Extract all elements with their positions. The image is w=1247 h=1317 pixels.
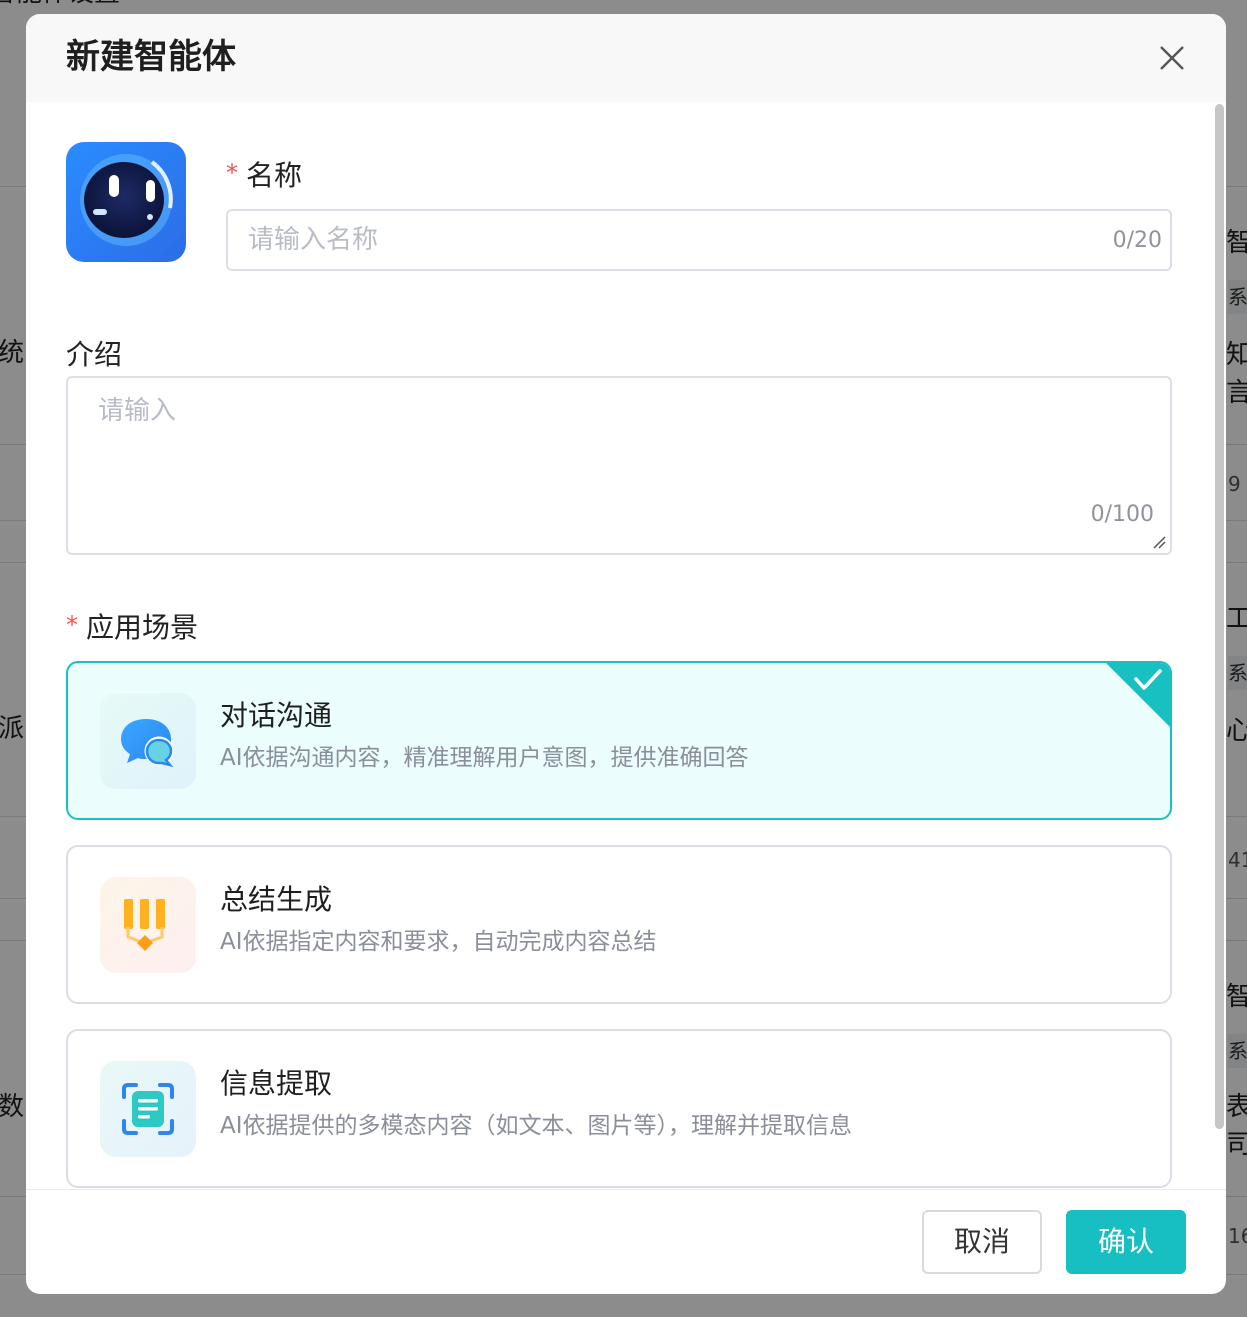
- scrollbar-thumb[interactable]: [1215, 104, 1224, 1129]
- footer-divider: [26, 1189, 1226, 1190]
- scenario-card-extract[interactable]: 信息提取 AI依据提供的多模态内容（如文本、图片等），理解并提取信息: [66, 1029, 1172, 1188]
- confirm-button[interactable]: 确认: [1066, 1210, 1186, 1274]
- card-title: 总结生成: [220, 883, 333, 916]
- robot-avatar-icon: [66, 142, 186, 262]
- intro-textarea[interactable]: [98, 390, 1138, 490]
- name-char-counter: 0/20: [1112, 228, 1162, 253]
- scenario-label: * 应用场景: [66, 608, 198, 645]
- card-title: 对话沟通: [220, 699, 333, 732]
- card-icon-box: [100, 1061, 196, 1157]
- close-icon: [1160, 46, 1184, 70]
- scenario-label-text: 应用场景: [86, 611, 199, 644]
- agent-avatar[interactable]: [66, 142, 186, 262]
- summary-columns-icon: [124, 899, 165, 951]
- check-icon: [1106, 663, 1170, 727]
- modal-title: 新建智能体: [66, 37, 236, 77]
- card-description: AI依据沟通内容，精准理解用户意图，提供准确回答: [220, 745, 749, 771]
- name-label-text: 名称: [246, 159, 303, 192]
- card-title: 信息提取: [220, 1067, 333, 1100]
- card-description: AI依据指定内容和要求，自动完成内容总结: [220, 929, 657, 955]
- modal-body: * 名称 0/20 介绍 0/100 * 应用场景: [26, 102, 1226, 1189]
- intro-char-counter: 0/100: [1090, 502, 1154, 527]
- modal-header: 新建智能体: [26, 14, 1226, 102]
- cancel-button[interactable]: 取消: [922, 1210, 1042, 1274]
- name-field-wrapper: 0/20: [226, 209, 1172, 271]
- name-input[interactable]: [248, 211, 1088, 269]
- required-mark: *: [226, 159, 238, 187]
- card-description: AI依据提供的多模态内容（如文本、图片等），理解并提取信息: [220, 1113, 853, 1139]
- resize-handle-icon[interactable]: [1152, 535, 1166, 549]
- close-button[interactable]: [1154, 40, 1190, 76]
- create-agent-modal: 新建智能体 * 名称 请输入名称 0/20 介绍 请输入 0/100 * 应用场…: [26, 14, 1226, 1294]
- scenario-card-chat[interactable]: 对话沟通 AI依据沟通内容，精准理解用户意图，提供准确回答: [66, 661, 1172, 820]
- card-icon-box: [100, 877, 196, 973]
- name-label: * 名称: [226, 156, 302, 193]
- intro-field-wrapper: 0/100: [66, 376, 1172, 555]
- scenario-card-summary[interactable]: 总结生成 AI依据指定内容和要求，自动完成内容总结: [66, 845, 1172, 1004]
- scan-document-icon: [122, 1083, 174, 1135]
- chat-bubbles-icon: [121, 719, 174, 768]
- card-icon-box: [100, 693, 196, 789]
- required-mark: *: [66, 611, 78, 639]
- intro-label: 介绍: [66, 338, 123, 371]
